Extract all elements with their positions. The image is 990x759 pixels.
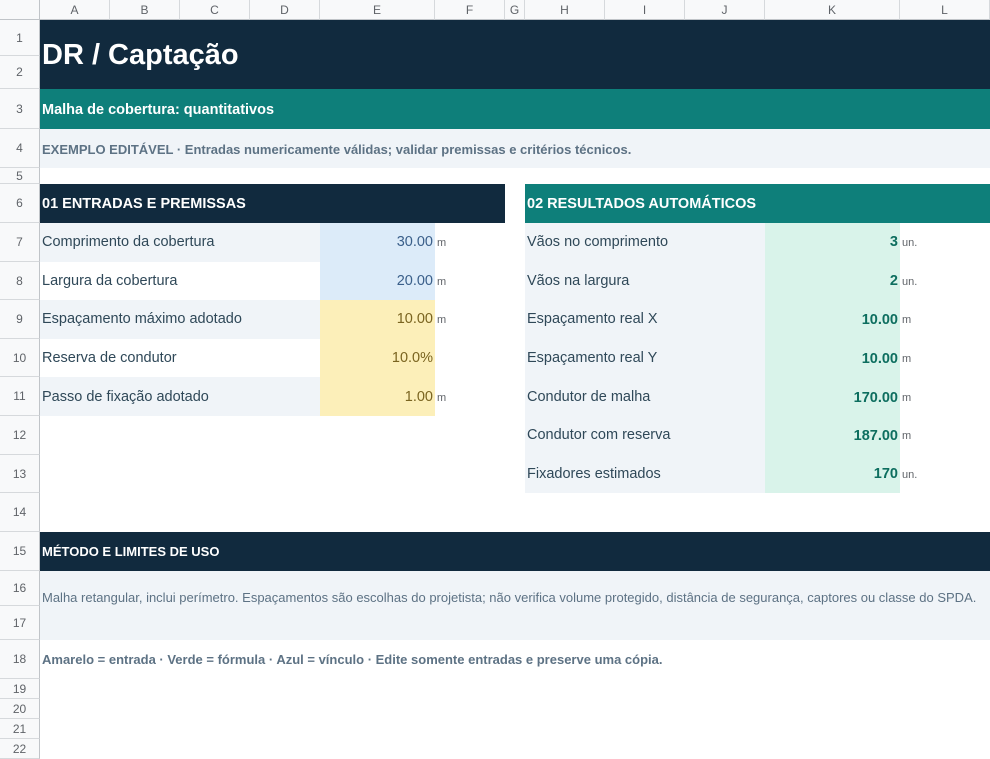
- column-header-l[interactable]: L: [900, 0, 990, 20]
- column-header-i[interactable]: I: [605, 0, 685, 20]
- row-header-6[interactable]: 6: [0, 184, 40, 223]
- result-unit: m: [902, 430, 912, 442]
- row-header-8[interactable]: 8: [0, 262, 40, 300]
- input-value[interactable]: 30.00: [323, 234, 433, 250]
- column-header-e[interactable]: E: [320, 0, 435, 20]
- column-header-c[interactable]: C: [180, 0, 250, 20]
- editable-example-note[interactable]: EXEMPLO EDITÁVEL · Entradas numericament…: [42, 142, 631, 157]
- input-unit: m: [437, 276, 447, 288]
- spreadsheet: A B C D E F G H I J K L 1 2 3 4 5 6 7 8 …: [0, 0, 990, 759]
- row-header-21[interactable]: 21: [0, 719, 40, 739]
- result-label: Vãos na largura: [527, 273, 630, 289]
- row-header-18[interactable]: 18: [0, 640, 40, 679]
- result-label: Condutor de malha: [527, 389, 651, 405]
- row-header-4[interactable]: 4: [0, 129, 40, 168]
- result-value[interactable]: 10.00: [768, 312, 898, 328]
- result-label: Fixadores estimados: [527, 466, 661, 482]
- input-label: Passo de fixação adotado: [42, 389, 209, 405]
- input-value[interactable]: 10.00: [323, 311, 433, 327]
- result-unit: m: [902, 392, 912, 404]
- row-header-15[interactable]: 15: [0, 532, 40, 571]
- column-header-b[interactable]: B: [110, 0, 180, 20]
- select-all-corner[interactable]: [0, 0, 40, 20]
- method-section-title[interactable]: MÉTODO E LIMITES DE USO: [42, 544, 219, 559]
- input-value[interactable]: 20.00: [323, 273, 433, 289]
- result-value[interactable]: 187.00: [768, 428, 898, 444]
- page-title[interactable]: DR / Captação: [42, 39, 239, 72]
- row-header-17[interactable]: 17: [0, 606, 40, 640]
- result-value[interactable]: 2: [768, 273, 898, 289]
- row-header-20[interactable]: 20: [0, 699, 40, 719]
- column-header-j[interactable]: J: [685, 0, 765, 20]
- input-unit: m: [437, 314, 447, 326]
- result-label: Espaçamento real Y: [527, 350, 658, 366]
- input-unit: m: [437, 392, 447, 404]
- method-description[interactable]: Malha retangular, inclui perímetro. Espa…: [42, 590, 982, 606]
- column-header-a[interactable]: A: [40, 0, 110, 20]
- column-header-h[interactable]: H: [525, 0, 605, 20]
- row-header-11[interactable]: 11: [0, 377, 40, 416]
- input-value[interactable]: 10.0%: [323, 350, 433, 366]
- result-label: Condutor com reserva: [527, 427, 671, 443]
- result-value[interactable]: 170: [768, 466, 898, 482]
- result-value[interactable]: 10.00: [768, 351, 898, 367]
- input-unit: m: [437, 237, 447, 249]
- column-header-k[interactable]: K: [765, 0, 900, 20]
- row-header-5[interactable]: 5: [0, 168, 40, 184]
- column-header-d[interactable]: D: [250, 0, 320, 20]
- legend-note[interactable]: Amarelo = entrada · Verde = fórmula · Az…: [42, 652, 662, 667]
- result-label: Vãos no comprimento: [527, 234, 669, 250]
- result-unit: m: [902, 314, 912, 326]
- row-header-9[interactable]: 9: [0, 300, 40, 339]
- input-label: Espaçamento máximo adotado: [42, 311, 242, 327]
- row-header-22[interactable]: 22: [0, 739, 40, 759]
- column-header-g[interactable]: G: [505, 0, 525, 20]
- result-unit: un.: [902, 469, 918, 481]
- row-header-13[interactable]: 13: [0, 455, 40, 493]
- row-header-16[interactable]: 16: [0, 571, 40, 606]
- input-label: Comprimento da cobertura: [42, 234, 215, 250]
- results-section-title[interactable]: 02 RESULTADOS AUTOMÁTICOS: [527, 196, 756, 212]
- row-header-2[interactable]: 2: [0, 56, 40, 89]
- inputs-section-title[interactable]: 01 ENTRADAS E PREMISSAS: [42, 196, 246, 212]
- result-value[interactable]: 170.00: [768, 390, 898, 406]
- column-header-f[interactable]: F: [435, 0, 505, 20]
- row-header-7[interactable]: 7: [0, 223, 40, 262]
- result-label: Espaçamento real X: [527, 311, 658, 327]
- result-unit: un.: [902, 276, 918, 288]
- result-unit: m: [902, 353, 912, 365]
- row-header-3[interactable]: 3: [0, 89, 40, 129]
- input-label: Largura da cobertura: [42, 273, 178, 289]
- row-header-12[interactable]: 12: [0, 416, 40, 455]
- row-header-14[interactable]: 14: [0, 493, 40, 532]
- result-value[interactable]: 3: [768, 234, 898, 250]
- row-header-19[interactable]: 19: [0, 679, 40, 699]
- input-label: Reserva de condutor: [42, 350, 177, 366]
- input-value[interactable]: 1.00: [323, 389, 433, 405]
- row-header-1[interactable]: 1: [0, 20, 40, 56]
- row-header-10[interactable]: 10: [0, 339, 40, 377]
- result-unit: un.: [902, 237, 918, 249]
- page-subtitle[interactable]: Malha de cobertura: quantitativos: [42, 102, 274, 118]
